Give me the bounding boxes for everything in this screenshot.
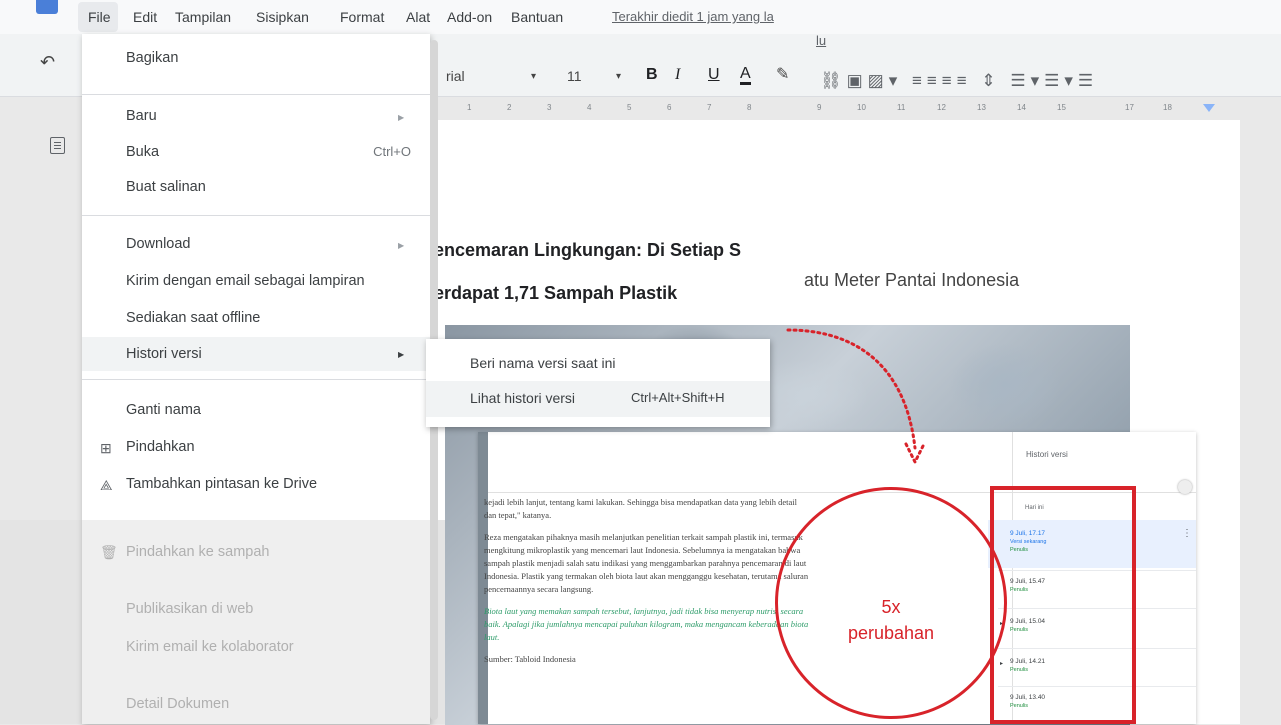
open-shortcut: Ctrl+O — [373, 144, 411, 159]
more-options-icon[interactable]: ⋮ — [1182, 528, 1192, 539]
ruler-number: 15 — [1057, 103, 1066, 112]
annotation-text: perubahan — [847, 623, 935, 643]
inset-paragraph: Sumber: Tabloid Indonesia — [484, 654, 576, 664]
ruler-number: 8 — [747, 103, 752, 112]
menu-item-open[interactable]: Buka Ctrl+O — [126, 144, 411, 160]
submenu-arrow-icon: ▶ — [398, 241, 405, 250]
size-dropdown-arrow-icon[interactable]: ▾ — [616, 71, 621, 82]
ruler-number: 10 — [857, 103, 866, 112]
version-history-title: Histori versi — [1026, 450, 1068, 459]
menu-item-offline[interactable]: Sediakan saat offline — [126, 310, 260, 326]
trash-icon: 🗑 — [100, 544, 118, 560]
ruler-number: 7 — [707, 103, 712, 112]
ruler-number: 12 — [937, 103, 946, 112]
menu-item-version-history[interactable]: Histori versi — [126, 346, 202, 362]
text-color-button[interactable]: A — [740, 66, 751, 85]
submenu-item-name-version[interactable]: Beri nama versi saat ini — [470, 355, 616, 371]
ruler-number: 1 — [467, 103, 472, 112]
ruler-number: 17 — [1125, 103, 1134, 112]
menu-file[interactable]: File — [88, 9, 111, 25]
ruler-number: 5 — [627, 103, 632, 112]
menu-item-details[interactable]: Detail Dokumen — [126, 696, 229, 712]
show-changes-toggle[interactable] — [1178, 480, 1192, 494]
annotation-count: 5x — [881, 597, 901, 617]
font-size-select[interactable]: 11 — [567, 68, 582, 84]
see-history-shortcut: Ctrl+Alt+Shift+H — [631, 390, 725, 405]
ruler-number: 6 — [667, 103, 672, 112]
menu-item-new[interactable]: Baru — [126, 108, 157, 124]
document-heading-line2: erdapat 1,71 Sampah Plastik — [434, 283, 678, 303]
ruler-number: 14 — [1017, 103, 1026, 112]
inset-article-text: kejadi lebih lanjut, tentang kami lakuka… — [484, 496, 809, 675]
ruler-number: 18 — [1163, 103, 1172, 112]
menu-item-rename[interactable]: Ganti nama — [126, 402, 201, 418]
document-heading-background: atu Meter Pantai Indonesia — [804, 270, 1020, 290]
inset-paragraph: Reza mengatakan pihaknya masih melanjutk… — [484, 532, 809, 594]
menu-item-publish[interactable]: Publikasikan di web — [126, 601, 253, 617]
ruler-number: 4 — [587, 103, 592, 112]
menu-item-add-shortcut[interactable]: Tambahkan pintasan ke Drive — [126, 476, 317, 492]
document-heading-line1: encemaran Lingkungan: Di Setiap S — [434, 240, 742, 260]
ruler-number: 13 — [977, 103, 986, 112]
document-outline-icon[interactable] — [50, 137, 65, 154]
ruler-number: 9 — [817, 103, 822, 112]
highlight-rectangle — [990, 486, 1136, 724]
dotted-arrow-icon — [786, 328, 926, 466]
drive-shortcut-icon: ⟁ — [100, 477, 113, 493]
format-tools-icons[interactable]: ⛓▣▨▾ ≡≡≡≡ ⇕ ☰▾☰▾☰ — [820, 71, 1098, 91]
ruler-number: 3 — [547, 103, 552, 112]
menu-item-email-collaborators[interactable]: Kirim email ke kolaborator — [126, 639, 294, 655]
menu-addons[interactable]: Add-on — [447, 9, 492, 25]
menu-item-move[interactable]: Pindahkan — [126, 439, 195, 455]
indent-marker-icon[interactable] — [1203, 104, 1215, 112]
last-edit-link-tail[interactable]: lu — [816, 33, 826, 48]
font-family-select[interactable]: rial — [446, 68, 465, 84]
submenu-item-see-history[interactable]: Lihat histori versi — [470, 390, 575, 406]
ruler-number: 2 — [507, 103, 512, 112]
menu-help[interactable]: Bantuan — [511, 9, 563, 25]
menu-item-trash[interactable]: Pindahkan ke sampah — [126, 544, 270, 560]
italic-button[interactable]: I — [675, 66, 680, 84]
inset-paragraph: kejadi lebih lanjut, tentang kami lakuka… — [484, 497, 797, 520]
menu-format[interactable]: Format — [340, 9, 384, 25]
menu-separator — [82, 94, 430, 95]
menu-item-make-copy[interactable]: Buat salinan — [126, 179, 206, 195]
menu-tools[interactable]: Alat — [406, 9, 430, 25]
ruler-number: 11 — [897, 103, 906, 112]
menu-item-share[interactable]: Bagikan — [126, 50, 178, 66]
menu-item-email-attachment[interactable]: Kirim dengan email sebagai lampiran — [126, 273, 365, 289]
bold-button[interactable]: B — [646, 66, 658, 84]
menu-insert[interactable]: Sisipkan — [256, 9, 309, 25]
font-dropdown-arrow-icon[interactable]: ▾ — [531, 71, 536, 82]
annotation-label: 5x perubahan — [846, 594, 936, 646]
submenu-arrow-icon: ▶ — [398, 113, 405, 122]
undo-icon[interactable]: ↶ — [40, 52, 55, 73]
menu-item-download[interactable]: Download — [126, 236, 191, 252]
menu-separator — [82, 215, 430, 216]
move-folder-icon: ⊞ — [100, 440, 112, 456]
highlight-pen-icon[interactable]: ✎ — [776, 64, 789, 84]
inset-paragraph: Biota laut yang memakan sampah tersebut,… — [484, 606, 809, 642]
last-edit-link[interactable]: Terakhir diedit 1 jam yang la — [612, 9, 774, 24]
underline-button[interactable]: U — [708, 66, 720, 84]
menu-view[interactable]: Tampilan — [175, 9, 231, 25]
menu-edit[interactable]: Edit — [133, 9, 157, 25]
menu-item-open-label: Buka — [126, 144, 160, 160]
submenu-arrow-icon: ▶ — [398, 350, 405, 359]
menu-separator — [82, 379, 430, 380]
docs-logo-icon[interactable] — [36, 0, 58, 14]
